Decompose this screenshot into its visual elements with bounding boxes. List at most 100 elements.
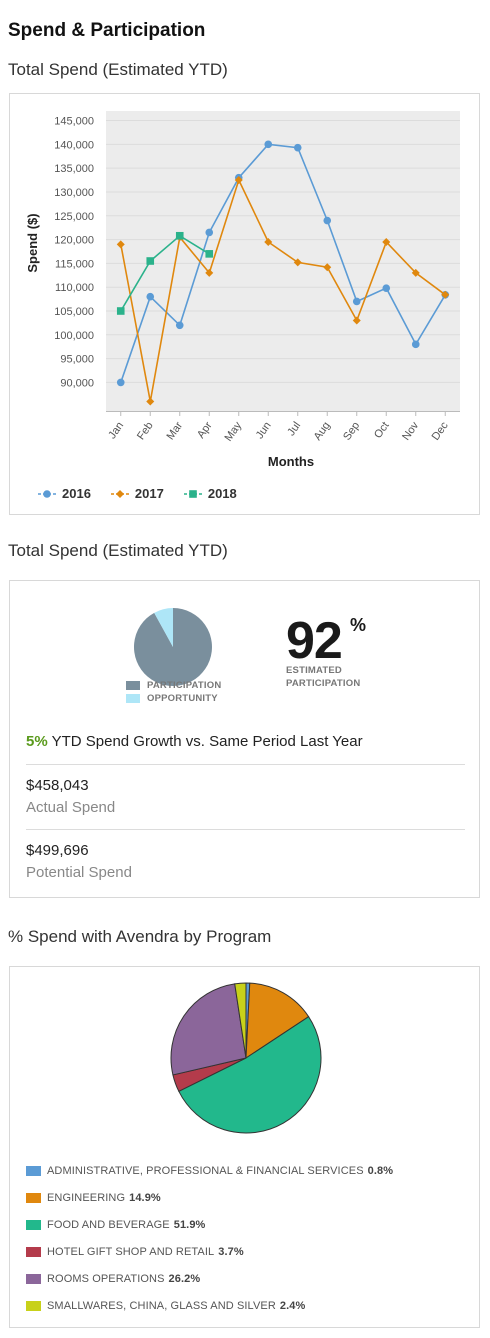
data-point-2016-Jul (293, 143, 302, 152)
data-point-2018-Feb (146, 257, 155, 265)
y-tick-label: 95,000 (60, 354, 94, 366)
legend-swatch (26, 1300, 41, 1311)
line-chart-legend: 2016 2017 2018 (38, 486, 237, 501)
y-tick-label: 135,000 (54, 163, 94, 175)
x-tick-label: Sep (341, 420, 362, 443)
divider (26, 764, 465, 765)
y-tick-label: 90,000 (60, 377, 94, 389)
y-axis-title: Spend ($) (25, 213, 40, 272)
program-pie (170, 982, 322, 1134)
data-point-2016-Mar (175, 321, 184, 330)
legend-label: PARTICIPATION (147, 680, 222, 691)
potential-spend-label: Potential Spend (26, 864, 132, 881)
estimated-participation-label: ESTIMATED PARTICIPATION (286, 665, 361, 689)
legend-item[interactable]: ENGINEERING 14.9% (26, 1184, 393, 1211)
legend-label: ROOMS OPERATIONS (47, 1272, 165, 1285)
legend-swatch (126, 681, 140, 690)
total-spend-title: Total Spend (Estimated YTD) (8, 60, 228, 79)
x-tick-label: Oct (372, 420, 392, 441)
x-tick-label: Aug (312, 420, 333, 443)
legend-item[interactable]: HOTEL GIFT SHOP AND RETAIL 3.7% (26, 1238, 393, 1265)
data-point-2016-Feb (146, 292, 155, 301)
data-point-2016-Apr (205, 228, 214, 237)
y-tick-label: 145,000 (54, 116, 94, 128)
x-tick-label: Mar (165, 420, 186, 443)
x-tick-label: Dec (430, 419, 451, 442)
data-point-2018-Jan (116, 307, 125, 315)
plot-area (106, 111, 460, 411)
legend-swatch (26, 1219, 41, 1230)
legend-item[interactable]: ROOMS OPERATIONS 26.2% (26, 1265, 393, 1292)
legend-label: 2017 (134, 486, 164, 501)
legend-percent: 2.4% (279, 1299, 306, 1312)
y-tick-label: 110,000 (55, 282, 94, 294)
x-tick-label: May (222, 419, 244, 443)
legend-label: SMALLWARES, CHINA, GLASS AND SILVER (47, 1299, 276, 1312)
legend-opportunity: OPPORTUNITY (126, 693, 218, 704)
legend-marker (110, 489, 129, 498)
y-tick-label: 105,000 (54, 306, 94, 318)
legend-swatch (26, 1165, 41, 1176)
legend-symbol (43, 489, 51, 498)
legend-percent: 14.9% (129, 1191, 161, 1204)
data-point-2016-Aug (323, 216, 332, 225)
legend-label: HOTEL GIFT SHOP AND RETAIL (47, 1245, 215, 1258)
spend-growth: 5% YTD Spend Growth vs. Same Period Last… (26, 733, 363, 750)
actual-spend-value: $458,043 (26, 777, 89, 794)
participation-percent-sign: % (350, 615, 367, 635)
program-card: ADMINISTRATIVE, PROFESSIONAL & FINANCIAL… (9, 966, 480, 1328)
actual-spend-label: Actual Spend (26, 799, 116, 816)
legend-marker (183, 489, 202, 498)
legend-item-2018[interactable]: 2018 (183, 486, 237, 501)
x-tick-label: Nov (400, 419, 421, 442)
legend-percent: 26.2% (168, 1272, 201, 1285)
data-point-2016-Nov (411, 340, 420, 349)
legend-item[interactable]: ADMINISTRATIVE, PROFESSIONAL & FINANCIAL… (26, 1157, 393, 1184)
legend-item-2017[interactable]: 2017 (110, 486, 164, 501)
y-tick-label: 125,000 (54, 211, 94, 223)
growth-percent: 5% (26, 733, 48, 750)
legend-symbol (115, 489, 124, 498)
y-tick-label: 120,000 (54, 235, 94, 247)
legend-label: 2018 (207, 486, 237, 501)
x-tick-label: Feb (135, 420, 156, 442)
participation-card: PARTICIPATION OPPORTUNITY 92 % ESTIMATED… (9, 580, 480, 898)
data-point-2018-Mar (175, 231, 184, 240)
potential-spend-value: $499,696 (26, 842, 89, 859)
x-axis-title: Months (268, 454, 314, 469)
legend-percent: 3.7% (218, 1245, 244, 1258)
y-tick-label: 100,000 (54, 330, 94, 342)
legend-marker (38, 489, 56, 498)
data-point-2016-Sep (352, 297, 361, 306)
legend-swatch (26, 1273, 41, 1284)
legend-percent: 0.8% (367, 1164, 394, 1177)
x-tick-label: Jan (106, 420, 126, 441)
legend-swatch (26, 1192, 41, 1203)
legend-symbol (189, 489, 197, 498)
participation-percent: 92 (286, 612, 343, 670)
data-point-2016-Jan (116, 378, 125, 387)
legend-label: OPPORTUNITY (147, 693, 218, 704)
legend-item[interactable]: SMALLWARES, CHINA, GLASS AND SILVER 2.4% (26, 1292, 393, 1319)
y-tick-label: 130,000 (54, 187, 94, 199)
legend-swatch (126, 694, 140, 703)
legend-percent: 51.9% (173, 1218, 206, 1231)
legend-item-2016[interactable]: 2016 (38, 486, 91, 501)
y-tick-label: 115,000 (55, 258, 94, 270)
spend-line-chart: 90,000 95,000 100,000 105,000 110,000 115,000… (25, 111, 460, 469)
divider (26, 829, 465, 830)
x-tick-label: Jul (285, 420, 303, 438)
participation-title: Total Spend (Estimated YTD) (8, 541, 228, 560)
page-title: Spend & Participation (8, 20, 206, 41)
legend-item[interactable]: FOOD AND BEVERAGE 51.9% (26, 1211, 393, 1238)
data-point-2018-Apr (205, 250, 214, 258)
program-legend: ADMINISTRATIVE, PROFESSIONAL & FINANCIAL… (26, 1157, 393, 1319)
data-point-2016-Oct (382, 284, 391, 292)
growth-text: YTD Spend Growth vs. Same Period Last Ye… (47, 733, 363, 750)
legend-label: ENGINEERING (47, 1191, 126, 1204)
y-tick-label: 140,000 (54, 139, 94, 151)
legend-participation: PARTICIPATION (126, 680, 221, 691)
x-tick-label: Apr (195, 420, 215, 441)
data-point-2016-Jun (264, 140, 273, 149)
legend-label: ADMINISTRATIVE, PROFESSIONAL & FINANCIAL… (47, 1164, 364, 1177)
